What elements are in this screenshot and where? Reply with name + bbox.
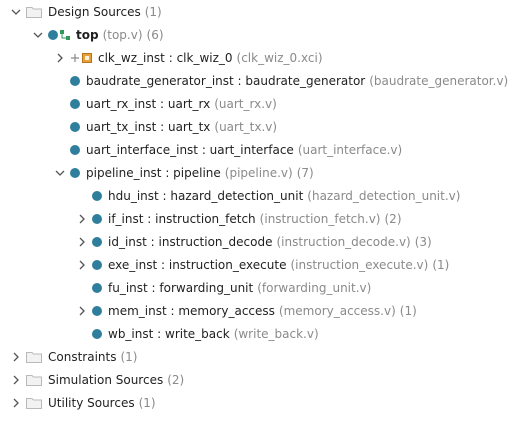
chevron-right-icon[interactable] — [76, 259, 88, 271]
node-file: (uart_rx.v) — [214, 96, 277, 111]
node-file: (forwarding_unit.v) — [257, 280, 372, 295]
tree-node-utility-sources[interactable]: Utility Sources (1) — [0, 391, 510, 414]
node-file: (clk_wiz_0.xci) — [236, 50, 323, 65]
node-label: uart_rx_inst : uart_rx — [86, 96, 211, 111]
node-label: if_inst : instruction_fetch — [108, 211, 256, 226]
node-file: (memory_access.v) — [278, 303, 396, 318]
module-dot-icon — [70, 98, 80, 109]
node-label: fu_inst : forwarding_unit — [108, 280, 254, 295]
node-file: (uart_interface.v) — [297, 142, 403, 157]
node-label: exe_inst : instruction_execute — [108, 257, 287, 272]
tree-node-uart-tx-inst[interactable]: uart_tx_inst : uart_tx (uart_tx.v) — [0, 115, 510, 138]
module-dot-icon — [70, 75, 80, 86]
node-count: (1) — [399, 303, 417, 318]
node-count: (1) — [120, 349, 138, 364]
sources-tree: Design Sources (1) top (top.v) (6) clk_w… — [0, 0, 510, 439]
node-label: Simulation Sources — [48, 372, 164, 387]
tree-node-id-inst[interactable]: id_inst : instruction_decode (instructio… — [0, 230, 510, 253]
node-file: (baudrate_generator.v) — [369, 73, 509, 88]
module-dot-icon — [92, 259, 102, 270]
node-label: clk_wz_inst : clk_wiz_0 — [98, 50, 233, 65]
node-file: (write_back.v) — [233, 326, 319, 341]
chevron-right-icon[interactable] — [10, 374, 22, 386]
tree-node-wb-inst[interactable]: wb_inst : write_back (write_back.v) — [0, 322, 510, 345]
chevron-down-icon[interactable] — [32, 29, 44, 41]
module-dot-icon — [92, 328, 102, 339]
chevron-right-icon[interactable] — [76, 213, 88, 225]
node-label: Utility Sources — [48, 395, 135, 410]
node-file: (pipeline.v) — [224, 165, 293, 180]
ip-core-icon — [70, 52, 92, 63]
module-dot-icon — [92, 282, 102, 293]
folder-icon — [26, 6, 42, 18]
node-file: (hazard_detection_unit.v) — [307, 188, 461, 203]
node-file: (top.v) — [102, 27, 143, 42]
module-dot-icon — [70, 121, 80, 132]
tree-node-exe-inst[interactable]: exe_inst : instruction_execute (instruct… — [0, 253, 510, 276]
tree-node-mem-inst[interactable]: mem_inst : memory_access (memory_access.… — [0, 299, 510, 322]
node-file: (instruction_fetch.v) — [259, 211, 381, 226]
folder-icon — [26, 397, 42, 409]
module-dot-icon — [92, 213, 102, 224]
folder-icon — [26, 351, 42, 363]
node-file: (uart_tx.v) — [214, 119, 278, 134]
tree-node-baudrate-generator-inst[interactable]: baudrate_generator_inst : baudrate_gener… — [0, 69, 510, 92]
tree-node-top[interactable]: top (top.v) (6) — [0, 23, 510, 46]
folder-icon — [26, 374, 42, 386]
node-count: (7) — [296, 165, 314, 180]
module-dot-icon — [48, 29, 58, 40]
node-count: (1) — [138, 395, 156, 410]
node-count: (2) — [167, 372, 185, 387]
tree-node-constraints[interactable]: Constraints (1) — [0, 345, 510, 368]
chevron-right-icon[interactable] — [10, 351, 22, 363]
module-dot-icon — [92, 305, 102, 316]
node-count: (3) — [414, 234, 432, 249]
node-count: (1) — [144, 4, 162, 19]
tree-node-clk-wz-inst[interactable]: clk_wz_inst : clk_wiz_0 (clk_wiz_0.xci) — [0, 46, 510, 69]
node-label: uart_tx_inst : uart_tx — [86, 119, 211, 134]
node-file: (instruction_decode.v) — [276, 234, 411, 249]
tree-node-hdu-inst[interactable]: hdu_inst : hazard_detection_unit (hazard… — [0, 184, 510, 207]
node-label: id_inst : instruction_decode — [108, 234, 273, 249]
module-dot-icon — [92, 236, 102, 247]
chevron-right-icon[interactable] — [76, 236, 88, 248]
node-label: top — [76, 27, 99, 42]
node-label: baudrate_generator_inst : baudrate_gener… — [86, 73, 366, 88]
tree-node-uart-interface-inst[interactable]: uart_interface_inst : uart_interface (ua… — [0, 138, 510, 161]
chevron-down-icon[interactable] — [10, 6, 22, 18]
tree-node-pipeline-inst[interactable]: pipeline_inst : pipeline (pipeline.v) (7… — [0, 161, 510, 184]
tree-node-design-sources[interactable]: Design Sources (1) — [0, 0, 510, 23]
module-dot-icon — [70, 144, 80, 155]
node-label: hdu_inst : hazard_detection_unit — [108, 188, 304, 203]
chevron-right-icon[interactable] — [10, 397, 22, 409]
tree-node-if-inst[interactable]: if_inst : instruction_fetch (instruction… — [0, 207, 510, 230]
node-label: wb_inst : write_back — [108, 326, 230, 341]
tree-node-fu-inst[interactable]: fu_inst : forwarding_unit (forwarding_un… — [0, 276, 510, 299]
node-label: Design Sources — [48, 4, 141, 19]
node-count: (2) — [384, 211, 402, 226]
chevron-down-icon[interactable] — [54, 167, 66, 179]
node-label: Constraints — [48, 349, 117, 364]
node-label: pipeline_inst : pipeline — [86, 165, 221, 180]
tree-node-uart-rx-inst[interactable]: uart_rx_inst : uart_rx (uart_rx.v) — [0, 92, 510, 115]
node-count: (1) — [432, 257, 450, 272]
module-dot-icon — [92, 190, 102, 201]
chevron-right-icon[interactable] — [76, 305, 88, 317]
node-label: mem_inst : memory_access — [108, 303, 275, 318]
node-file: (instruction_execute.v) — [290, 257, 429, 272]
chevron-right-icon[interactable] — [54, 52, 66, 64]
hierarchy-icon — [48, 29, 70, 40]
tree-node-simulation-sources[interactable]: Simulation Sources (2) — [0, 368, 510, 391]
module-dot-icon — [70, 167, 80, 178]
node-count: (6) — [146, 27, 164, 42]
node-label: uart_interface_inst : uart_interface — [86, 142, 294, 157]
